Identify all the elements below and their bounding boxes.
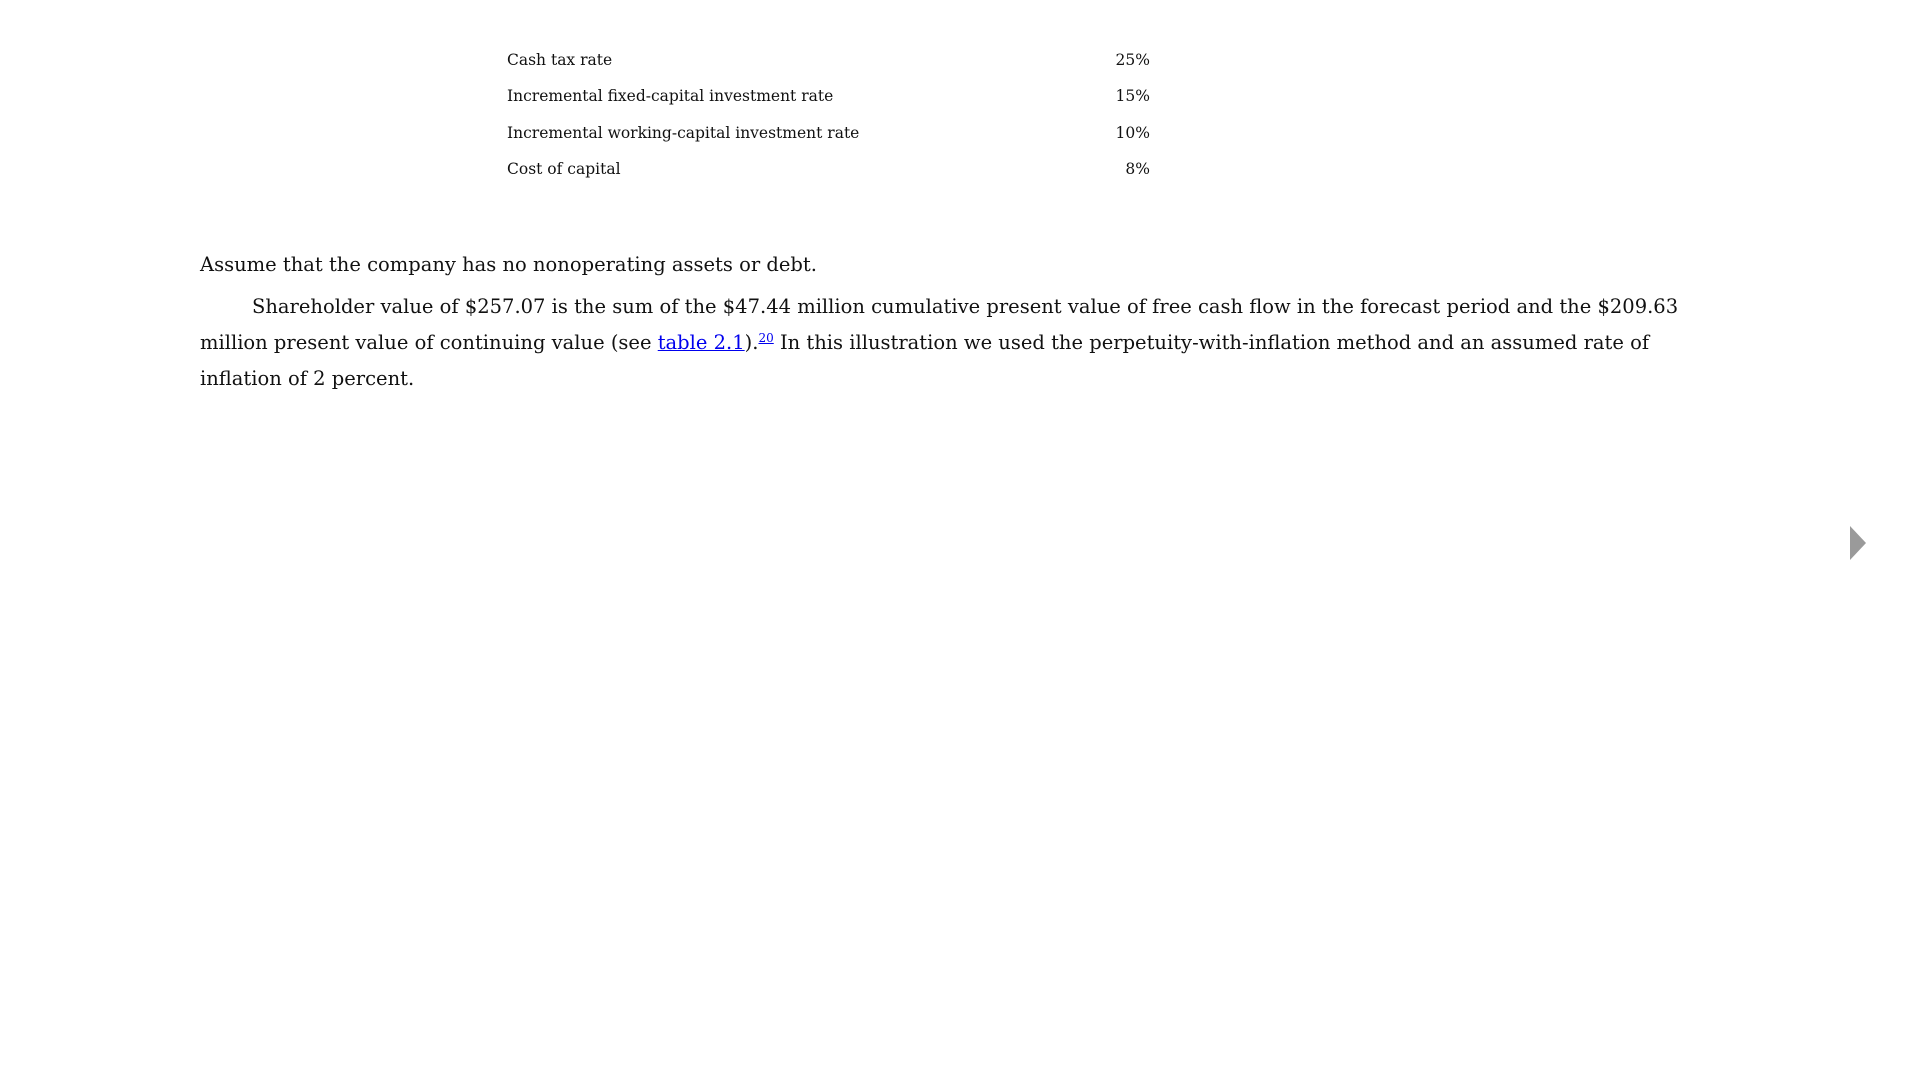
table-row: Incremental working-capital investment r… [507,115,1152,151]
table-row: Incremental fixed-capital investment rat… [507,78,1152,114]
row-value: 15% [1115,87,1150,106]
row-label: Incremental fixed-capital investment rat… [507,87,834,106]
row-value: 10% [1115,123,1150,142]
table-2-1-link[interactable]: table 2.1 [658,331,745,354]
body-text: Assume that the company has no nonoperat… [200,247,1720,397]
paragraph-text: ). [744,331,759,354]
assumptions-table: Cash tax rate 25% Incremental fixed-capi… [507,42,1152,187]
table-row: Cost of capital 8% [507,151,1152,187]
row-value: 8% [1125,160,1150,179]
table-row: Cash tax rate 25% [507,42,1152,78]
row-label: Cash tax rate [507,51,613,70]
reader-page: Cash tax rate 25% Incremental fixed-capi… [0,0,1920,1080]
row-value: 25% [1115,51,1150,70]
next-page-arrow-icon[interactable] [1850,526,1866,560]
paragraph: Shareholder value of $257.07 is the sum … [200,289,1720,397]
paragraph: Assume that the company has no nonoperat… [200,253,817,276]
row-label: Incremental working-capital investment r… [507,123,860,142]
row-label: Cost of capital [507,160,621,179]
footnote-link[interactable]: 20 [758,331,773,345]
